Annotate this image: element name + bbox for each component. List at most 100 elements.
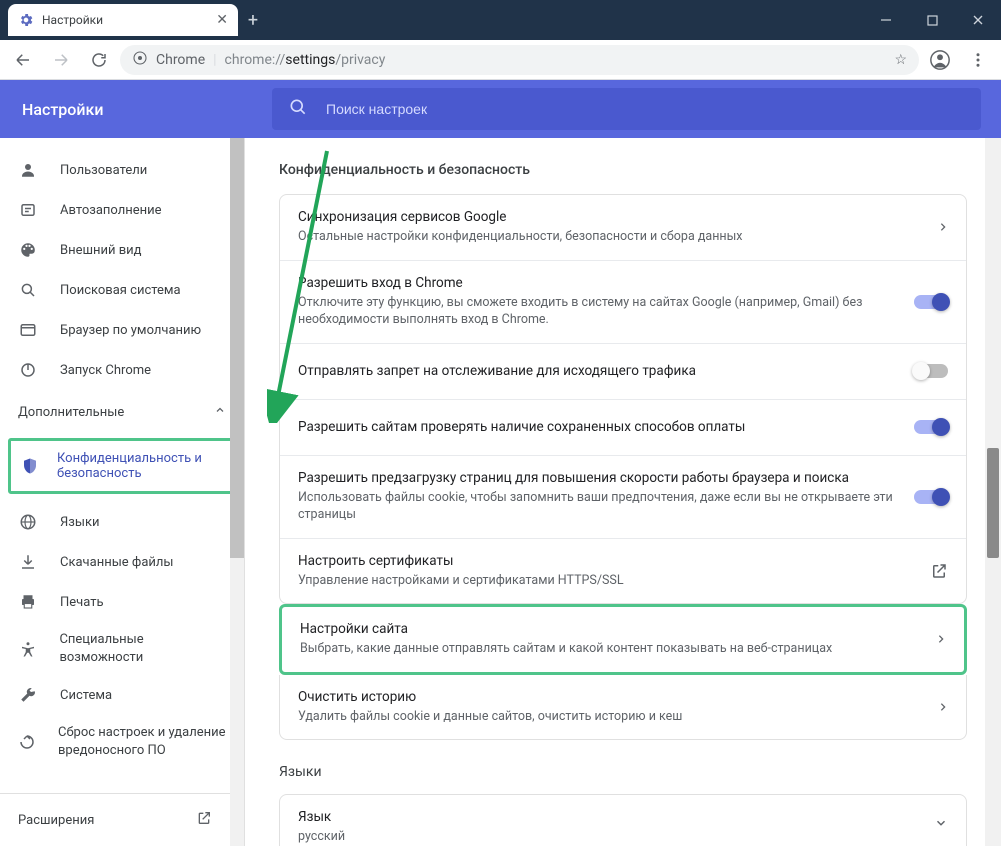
main-scrollbar[interactable] bbox=[985, 138, 1001, 846]
sidebar-item-label: Языки bbox=[60, 515, 100, 530]
row-subtitle: Использовать файлы cookie, чтобы запомни… bbox=[298, 489, 902, 524]
sidebar-item-label: Пользователи bbox=[60, 163, 147, 178]
row-title: Настроить сертификаты bbox=[298, 553, 918, 569]
restore-icon bbox=[18, 733, 36, 751]
settings-sidebar: Пользователи Автозаполнение Внешний вид … bbox=[0, 138, 245, 846]
sidebar-item-label: Браузер по умолчанию bbox=[60, 323, 201, 338]
sidebar-item-default-browser[interactable]: Браузер по умолчанию bbox=[0, 310, 244, 350]
download-icon bbox=[18, 553, 38, 571]
print-icon bbox=[18, 593, 38, 611]
row-allow-signin[interactable]: Разрешить вход в Chrome Отключите эту фу… bbox=[280, 261, 966, 344]
profile-avatar-icon[interactable] bbox=[923, 43, 957, 77]
globe-icon bbox=[18, 513, 38, 531]
nav-reload-button[interactable] bbox=[82, 43, 116, 77]
window-close-button[interactable] bbox=[955, 0, 1001, 40]
person-icon bbox=[18, 161, 38, 179]
window-controls bbox=[863, 0, 1001, 40]
url-scheme: chrome:// bbox=[225, 52, 286, 68]
row-certificates[interactable]: Настроить сертификаты Управление настрой… bbox=[280, 539, 966, 604]
address-bar[interactable]: Chrome | chrome:// settings /privacy ☆ bbox=[120, 45, 919, 75]
section-title-languages: Языки bbox=[279, 764, 967, 780]
site-info-icon[interactable] bbox=[132, 50, 148, 70]
tab-favicon-gear-icon bbox=[18, 12, 34, 28]
sidebar-item-accessibility[interactable]: Специальные возможности bbox=[0, 622, 244, 675]
toggle-allow-signin[interactable] bbox=[914, 295, 948, 309]
autofill-icon bbox=[18, 201, 38, 219]
row-subtitle: Удалить файлы cookie и данные сайтов, оч… bbox=[298, 708, 926, 726]
toggle-payment[interactable] bbox=[914, 420, 948, 434]
sidebar-item-search-engine[interactable]: Поисковая система bbox=[0, 270, 244, 310]
row-title: Настройки сайта bbox=[300, 621, 924, 637]
scrollbar-thumb[interactable] bbox=[987, 448, 999, 558]
nav-forward-button[interactable] bbox=[44, 43, 78, 77]
sidebar-item-autofill[interactable]: Автозаполнение bbox=[0, 190, 244, 230]
language-card[interactable]: Язык русский bbox=[279, 794, 967, 846]
row-subtitle: Выбрать, какие данные отправлять сайтам … bbox=[300, 640, 924, 658]
row-subtitle: Остальные настройки конфиденциальности, … bbox=[298, 228, 926, 246]
url-secure-label: Chrome bbox=[156, 52, 205, 68]
row-title: Разрешить вход в Chrome bbox=[298, 275, 902, 291]
sidebar-item-label: Скачанные файлы bbox=[60, 555, 174, 570]
sidebar-item-startup[interactable]: Запуск Chrome bbox=[0, 350, 244, 390]
tab-close-icon[interactable]: ✕ bbox=[216, 12, 228, 28]
sidebar-item-label: Печать bbox=[60, 595, 104, 610]
sidebar-item-label: Сброс настроек и удаление вредоносного П… bbox=[58, 724, 226, 759]
row-title: Разрешить предзагрузку страниц для повыш… bbox=[298, 470, 902, 486]
sidebar-item-label: Конфиденциальность и безопасность bbox=[57, 451, 223, 481]
bookmark-star-icon[interactable]: ☆ bbox=[894, 52, 907, 68]
row-subtitle: Управление настройками и сертификатами H… bbox=[298, 572, 918, 590]
chevron-right-icon bbox=[938, 220, 948, 234]
browser-tab-active[interactable]: Настройки ✕ bbox=[8, 4, 238, 36]
row-site-settings[interactable]: Настройки сайта Выбрать, какие данные от… bbox=[282, 607, 964, 672]
sidebar-item-label: Поисковая система bbox=[60, 283, 181, 298]
row-title: Синхронизация сервисов Google bbox=[298, 209, 926, 225]
scrollbar-thumb[interactable] bbox=[230, 138, 244, 558]
site-settings-card: Настройки сайта Выбрать, какие данные от… bbox=[279, 604, 967, 675]
chevron-right-icon bbox=[936, 632, 946, 646]
row-do-not-track[interactable]: Отправлять запрет на отслеживание для ис… bbox=[280, 344, 966, 400]
sidebar-item-languages[interactable]: Языки bbox=[0, 502, 244, 542]
privacy-card: Синхронизация сервисов Google Остальные … bbox=[279, 194, 967, 604]
window-maximize-button[interactable] bbox=[909, 0, 955, 40]
sidebar-active-highlight: Конфиденциальность и безопасность bbox=[8, 438, 236, 494]
settings-search-input[interactable] bbox=[326, 101, 965, 117]
open-external-icon bbox=[196, 810, 212, 830]
search-icon bbox=[18, 281, 38, 299]
chevron-down-icon bbox=[934, 816, 948, 834]
sidebar-item-downloads[interactable]: Скачанные файлы bbox=[0, 542, 244, 582]
sidebar-advanced-toggle[interactable]: Дополнительные bbox=[0, 390, 244, 434]
sidebar-item-label: Специальные возможности bbox=[59, 631, 226, 666]
accessibility-icon bbox=[18, 640, 37, 658]
sidebar-item-privacy[interactable]: Конфиденциальность и безопасность bbox=[11, 441, 233, 491]
settings-main: Конфиденциальность и безопасность Синхро… bbox=[245, 138, 1001, 846]
sidebar-scrollbar[interactable] bbox=[230, 138, 244, 846]
nav-back-button[interactable] bbox=[6, 43, 40, 77]
row-subtitle: русский bbox=[298, 828, 345, 846]
chevron-right-icon bbox=[938, 700, 948, 714]
toggle-dnt[interactable] bbox=[914, 364, 948, 378]
row-title: Очистить историю bbox=[298, 689, 926, 705]
row-payment-check[interactable]: Разрешить сайтам проверять наличие сохра… bbox=[280, 400, 966, 456]
browser-menu-icon[interactable] bbox=[961, 43, 995, 77]
row-title: Язык bbox=[298, 809, 331, 825]
shield-icon bbox=[21, 457, 39, 475]
row-sync-services[interactable]: Синхронизация сервисов Google Остальные … bbox=[280, 195, 966, 261]
sidebar-item-users[interactable]: Пользователи bbox=[0, 150, 244, 190]
window-minimize-button[interactable] bbox=[863, 0, 909, 40]
sidebar-item-system[interactable]: Система bbox=[0, 675, 244, 715]
sidebar-item-reset[interactable]: Сброс настроек и удаление вредоносного П… bbox=[0, 715, 244, 768]
new-tab-button[interactable]: + bbox=[238, 5, 268, 35]
row-clear-history[interactable]: Очистить историю Удалить файлы cookie и … bbox=[280, 675, 966, 740]
row-subtitle: Отключите эту функцию, вы сможете входит… bbox=[298, 294, 902, 329]
sidebar-item-label: Запуск Chrome bbox=[60, 363, 151, 378]
power-icon bbox=[18, 361, 38, 379]
sidebar-extensions[interactable]: Расширения bbox=[0, 793, 230, 846]
settings-search[interactable] bbox=[272, 88, 981, 130]
sidebar-item-appearance[interactable]: Внешний вид bbox=[0, 230, 244, 270]
sidebar-item-print[interactable]: Печать bbox=[0, 582, 244, 622]
row-title: Отправлять запрет на отслеживание для ис… bbox=[298, 363, 902, 379]
settings-title: Настройки bbox=[0, 100, 260, 119]
toggle-preload[interactable] bbox=[914, 490, 948, 504]
row-title: Разрешить сайтам проверять наличие сохра… bbox=[298, 419, 902, 435]
row-preload[interactable]: Разрешить предзагрузку страниц для повыш… bbox=[280, 456, 966, 539]
